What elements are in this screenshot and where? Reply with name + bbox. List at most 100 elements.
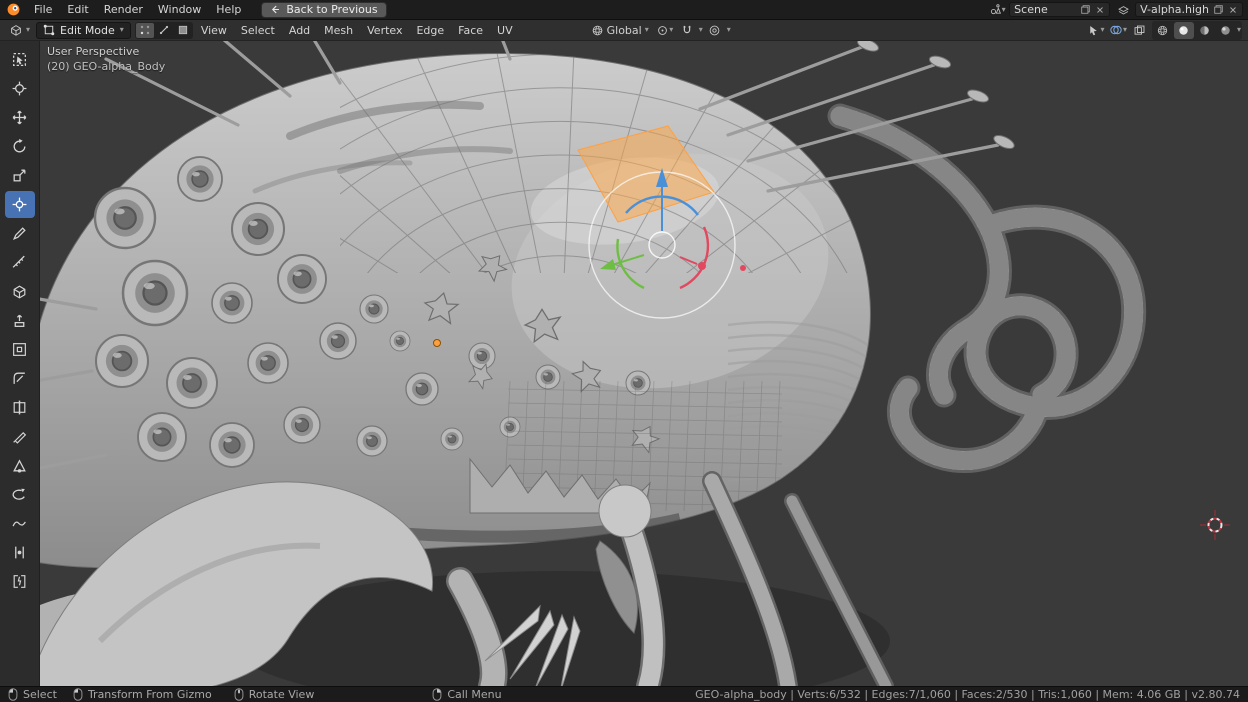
menu-view3d-mesh[interactable]: Mesh	[318, 22, 359, 39]
menu-render[interactable]: Render	[97, 1, 150, 18]
edit-mode-icon	[43, 24, 55, 36]
gizmo-caret: ▾	[1100, 26, 1104, 34]
copy-view-layer-icon[interactable]	[1213, 4, 1224, 15]
tool-scale[interactable]	[5, 162, 35, 189]
hint-select-label: Select	[23, 688, 57, 701]
statusbar: Select Transform From Gizmo Rotate View …	[0, 686, 1248, 702]
mode-dropdown[interactable]: Edit Mode ▾	[36, 22, 131, 39]
viewport[interactable]: User Perspective (20) GEO-alpha_Body	[40, 41, 1248, 686]
pivot-point-dropdown[interactable]: ▾	[655, 22, 675, 39]
xray-toggle[interactable]	[1130, 22, 1150, 39]
remove-view-layer-icon[interactable]	[1228, 5, 1238, 15]
snap-dropdown-caret[interactable]: ▾	[699, 26, 703, 34]
overlays-caret: ▾	[1123, 26, 1127, 34]
overlays-dropdown[interactable]: ▾	[1108, 22, 1128, 39]
smooth-icon	[11, 515, 28, 532]
cursor-icon	[11, 80, 28, 97]
add-cube-icon	[11, 283, 28, 300]
select-box-icon	[11, 51, 28, 68]
vertex-select-button[interactable]	[136, 23, 154, 38]
poly-build-icon	[11, 457, 28, 474]
shading-material-button[interactable]	[1195, 22, 1215, 39]
editor-type-button[interactable]: ▾	[5, 22, 34, 38]
scene-name-field[interactable]: Scene	[1009, 2, 1110, 17]
left-mouse-drag-icon	[73, 688, 83, 701]
tool-rip-region[interactable]	[5, 568, 35, 595]
tool-edge-slide[interactable]	[5, 539, 35, 566]
tool-annotate[interactable]	[5, 220, 35, 247]
viewport-canvas[interactable]	[40, 41, 1248, 686]
menu-view3d-uv[interactable]: UV	[491, 22, 519, 39]
tool-add-cube[interactable]	[5, 278, 35, 305]
menu-view3d-face[interactable]: Face	[452, 22, 489, 39]
menu-view3d-vertex[interactable]: Vertex	[361, 22, 408, 39]
menu-help[interactable]: Help	[209, 1, 248, 18]
magnet-icon	[681, 24, 693, 36]
view-layer-name: V-alpha.high	[1140, 3, 1209, 16]
proportional-dropdown-caret[interactable]: ▾	[727, 26, 731, 34]
right-mouse-icon	[432, 688, 442, 701]
xray-icon	[1133, 24, 1146, 37]
shading-solid-button[interactable]	[1174, 22, 1194, 39]
spin-icon	[11, 486, 28, 503]
pivot-caret: ▾	[669, 26, 673, 34]
new-scene-icon[interactable]	[1080, 4, 1091, 15]
menu-view3d-add[interactable]: Add	[283, 22, 316, 39]
proportional-edit-toggle[interactable]	[705, 22, 725, 39]
tool-measure[interactable]	[5, 249, 35, 276]
move-icon	[11, 109, 28, 126]
scene-browse-button[interactable]: ▾	[987, 1, 1007, 18]
knife-icon	[11, 428, 28, 445]
gizmo-dropdown[interactable]: ▾	[1086, 22, 1106, 39]
gizmo-x-handle[interactable]	[698, 262, 706, 270]
menu-window[interactable]: Window	[151, 1, 208, 18]
tool-bevel[interactable]	[5, 365, 35, 392]
tool-select-box[interactable]	[5, 46, 35, 73]
scene-name: Scene	[1014, 3, 1076, 16]
view-layer-name-field[interactable]: V-alpha.high	[1135, 2, 1243, 17]
shading-mode-group: ▾	[1152, 21, 1242, 40]
tool-transform[interactable]	[5, 191, 35, 218]
tool-inset-faces[interactable]	[5, 336, 35, 363]
tool-cursor[interactable]	[5, 75, 35, 102]
tool-loop-cut[interactable]	[5, 394, 35, 421]
view-layer-browse-button[interactable]	[1113, 1, 1133, 18]
mode-label: Edit Mode	[60, 24, 115, 37]
snap-toggle[interactable]	[677, 22, 697, 39]
blender-logo[interactable]	[6, 2, 22, 18]
menu-view3d-view[interactable]: View	[195, 22, 233, 39]
select-mode-buttons	[135, 22, 193, 39]
shading-dropdown-caret[interactable]: ▾	[1237, 26, 1241, 34]
scene-selector: ▾ Scene	[987, 1, 1110, 18]
scene-dropdown-caret: ▾	[1002, 6, 1006, 14]
middle-mouse-icon	[234, 688, 244, 701]
hint-rotate-label: Rotate View	[249, 688, 315, 701]
topbar-right: ▾ Scene V-alpha.high	[987, 1, 1248, 18]
tool-smooth[interactable]	[5, 510, 35, 537]
edge-slide-icon	[11, 544, 28, 561]
tool-poly-build[interactable]	[5, 452, 35, 479]
tool-extrude-region[interactable]	[5, 307, 35, 334]
orientation-label: Global	[607, 24, 642, 37]
mode-caret: ▾	[120, 26, 124, 34]
tool-move[interactable]	[5, 104, 35, 131]
menu-view3d-select[interactable]: Select	[235, 22, 281, 39]
unlink-scene-icon[interactable]	[1095, 5, 1105, 15]
menu-view3d-edge[interactable]: Edge	[410, 22, 450, 39]
tool-rotate[interactable]	[5, 133, 35, 160]
face-select-button[interactable]	[174, 23, 192, 38]
view-perspective-label: User Perspective	[47, 44, 165, 59]
shading-wireframe-button[interactable]	[1153, 22, 1173, 39]
edge-select-button[interactable]	[155, 23, 173, 38]
menu-file[interactable]: File	[27, 1, 59, 18]
tool-spin[interactable]	[5, 481, 35, 508]
shading-rendered-button[interactable]	[1216, 22, 1236, 39]
viewport-info-overlay: User Perspective (20) GEO-alpha_Body	[47, 44, 165, 74]
annotate-icon	[11, 225, 28, 242]
pivot-point-icon	[656, 24, 669, 37]
scene-statistics: GEO-alpha_body | Verts:6/532 | Edges:7/1…	[695, 688, 1240, 701]
back-to-previous-button[interactable]: Back to Previous	[261, 2, 386, 18]
orientation-dropdown[interactable]: Global ▾	[587, 23, 653, 38]
tool-knife[interactable]	[5, 423, 35, 450]
menu-edit[interactable]: Edit	[60, 1, 95, 18]
